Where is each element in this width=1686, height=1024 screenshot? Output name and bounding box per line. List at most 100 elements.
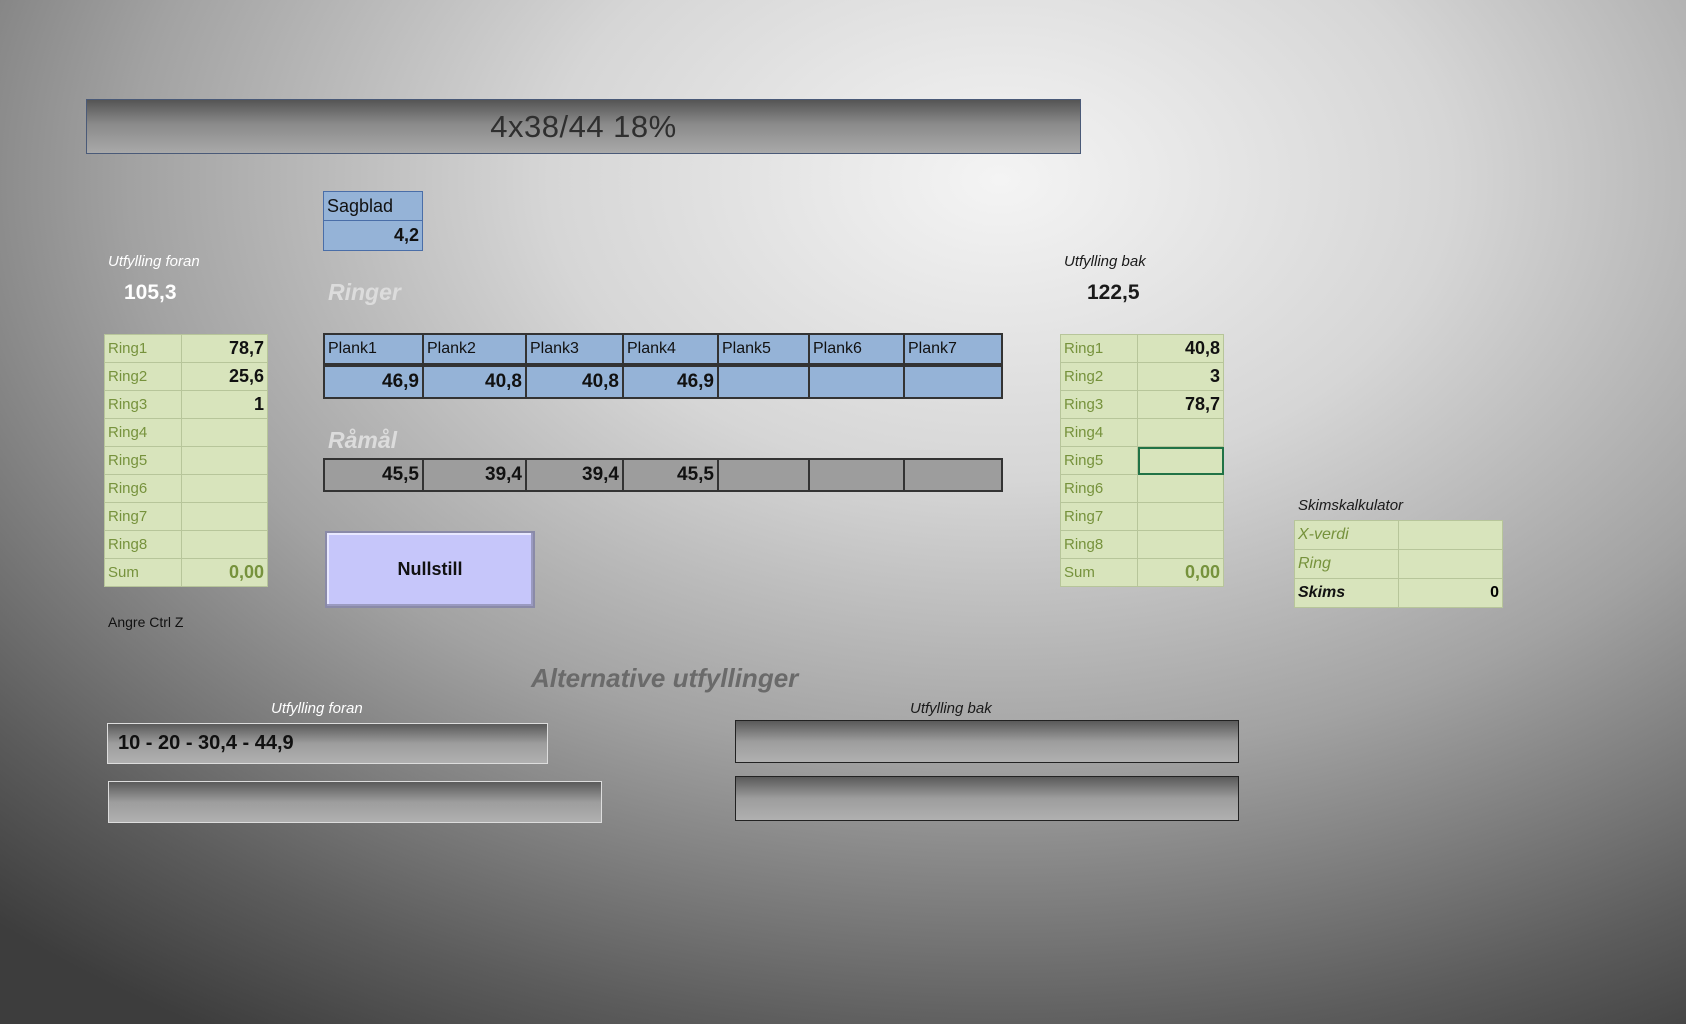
ring-row: Ring5 [104, 446, 268, 475]
ring-row: Ring8 [104, 530, 268, 559]
ring-row: Ring4 [104, 418, 268, 447]
ring-value[interactable]: 40,8 [1137, 334, 1224, 363]
back-fill-total: 122,5 [1087, 281, 1140, 304]
front-fill-total: 105,3 [124, 281, 177, 304]
sagblad-label: Sagblad [324, 192, 422, 221]
front-fill-label: Utfylling foran [108, 253, 200, 270]
alt-front-field-1[interactable]: 10 - 20 - 30,4 - 44,9 [107, 723, 548, 764]
alt-back-field-2[interactable] [735, 776, 1239, 821]
ring-row: Ring2 25,6 [104, 362, 268, 391]
back-ring-table: Ring1 40,8 Ring2 3 Ring3 78,7 Ring4 Ring5 R… [1060, 334, 1224, 587]
ring-value[interactable]: 1 [181, 390, 268, 419]
ring-label: Ring7 [104, 502, 182, 531]
ring-label: Ring2 [104, 362, 182, 391]
skims-value[interactable] [1398, 549, 1503, 579]
ring-row: Ring2 3 [1060, 362, 1224, 391]
sum-row: Sum 0,00 [1060, 558, 1224, 587]
plank-header-row: Plank1 Plank2 Plank3 Plank4 Plank5 Plank… [323, 333, 1003, 365]
back-fill-label: Utfylling bak [1064, 253, 1146, 270]
ring-value[interactable] [181, 530, 268, 559]
alt-front-label: Utfylling foran [271, 700, 363, 717]
ramal-value[interactable]: 39,4 [527, 460, 622, 490]
ring-label: Ring8 [104, 530, 182, 559]
ring-row: Ring1 40,8 [1060, 334, 1224, 363]
ramal-value[interactable]: 45,5 [325, 460, 422, 490]
ring-row: Ring7 [104, 502, 268, 531]
sum-value: 0,00 [1137, 558, 1224, 587]
skims-heading: Skimskalkulator [1298, 497, 1404, 514]
ring-value[interactable] [181, 474, 268, 503]
ringer-heading: Ringer [328, 279, 401, 305]
skims-result: 0 [1398, 578, 1503, 608]
alt-back-label: Utfylling bak [910, 700, 992, 717]
ring-label: Ring1 [1060, 334, 1138, 363]
skims-row: Ring [1294, 549, 1503, 579]
ring-label: Ring5 [104, 446, 182, 475]
alt-front-field-2[interactable] [108, 781, 602, 823]
ring-label: Ring4 [104, 418, 182, 447]
plank-value[interactable] [810, 367, 903, 397]
plank-value[interactable]: 46,9 [624, 367, 717, 397]
skims-row: X-verdi [1294, 520, 1503, 550]
skims-label: X-verdi [1294, 520, 1399, 550]
skims-row: Skims 0 [1294, 578, 1503, 608]
ring-value[interactable]: 3 [1137, 362, 1224, 391]
ring-value[interactable] [1137, 502, 1224, 531]
ring-row: Ring8 [1060, 530, 1224, 559]
front-ring-table: Ring1 78,7 Ring2 25,6 Ring3 1 Ring4 Ring5 R… [104, 334, 268, 587]
ring-value[interactable]: 78,7 [181, 334, 268, 363]
plank-value[interactable]: 40,8 [527, 367, 622, 397]
skims-label: Skims [1294, 578, 1399, 608]
ramal-value[interactable]: 45,5 [624, 460, 717, 490]
ring-row: Ring7 [1060, 502, 1224, 531]
ring-value[interactable]: 78,7 [1137, 390, 1224, 419]
sagblad-value[interactable]: 4,2 [324, 221, 422, 250]
ring-row: Ring3 78,7 [1060, 390, 1224, 419]
ring-value[interactable] [181, 446, 268, 475]
ramal-value[interactable]: 39,4 [424, 460, 525, 490]
plank-header: Plank2 [424, 335, 525, 363]
ramal-value[interactable] [905, 460, 1001, 490]
sum-label: Sum [104, 558, 182, 587]
sum-label: Sum [1060, 558, 1138, 587]
ring-label: Ring7 [1060, 502, 1138, 531]
ramal-value[interactable] [719, 460, 808, 490]
ring-row: Ring6 [104, 474, 268, 503]
skims-label: Ring [1294, 549, 1399, 579]
ring-value[interactable] [1137, 530, 1224, 559]
ring-value[interactable] [181, 502, 268, 531]
plank-header: Plank4 [624, 335, 717, 363]
ring-value[interactable] [1137, 418, 1224, 447]
ring-row: Ring3 1 [104, 390, 268, 419]
plank-header: Plank5 [719, 335, 808, 363]
ring-label: Ring3 [1060, 390, 1138, 419]
ring-label: Ring3 [104, 390, 182, 419]
ring-value[interactable] [1137, 474, 1224, 503]
ring-label: Ring1 [104, 334, 182, 363]
ring-row: Ring4 [1060, 418, 1224, 447]
ring-label: Ring2 [1060, 362, 1138, 391]
ring-label: Ring5 [1060, 446, 1138, 475]
skims-table: X-verdi Ring Skims 0 [1294, 520, 1503, 608]
ring-value[interactable]: 25,6 [181, 362, 268, 391]
ring-label: Ring6 [1060, 474, 1138, 503]
plank-value-row: 46,9 40,8 40,8 46,9 [323, 365, 1003, 399]
ramal-value[interactable] [810, 460, 903, 490]
plank-value[interactable]: 46,9 [325, 367, 422, 397]
ring-value[interactable] [181, 418, 268, 447]
plank-header: Plank3 [527, 335, 622, 363]
skims-value[interactable] [1398, 520, 1503, 550]
plank-header: Plank7 [905, 335, 1001, 363]
ring-value-selected[interactable] [1137, 446, 1224, 475]
plank-value[interactable] [719, 367, 808, 397]
reset-button[interactable]: Nullstill [325, 531, 535, 608]
ramal-value-row: 45,5 39,4 39,4 45,5 [323, 458, 1003, 492]
alt-back-field-1[interactable] [735, 720, 1239, 763]
ring-label: Ring6 [104, 474, 182, 503]
ramal-heading: Råmål [328, 427, 398, 453]
plank-value[interactable] [905, 367, 1001, 397]
alternatives-heading: Alternative utfyllinger [531, 663, 799, 693]
sum-value: 0,00 [181, 558, 268, 587]
ring-label: Ring4 [1060, 418, 1138, 447]
plank-value[interactable]: 40,8 [424, 367, 525, 397]
